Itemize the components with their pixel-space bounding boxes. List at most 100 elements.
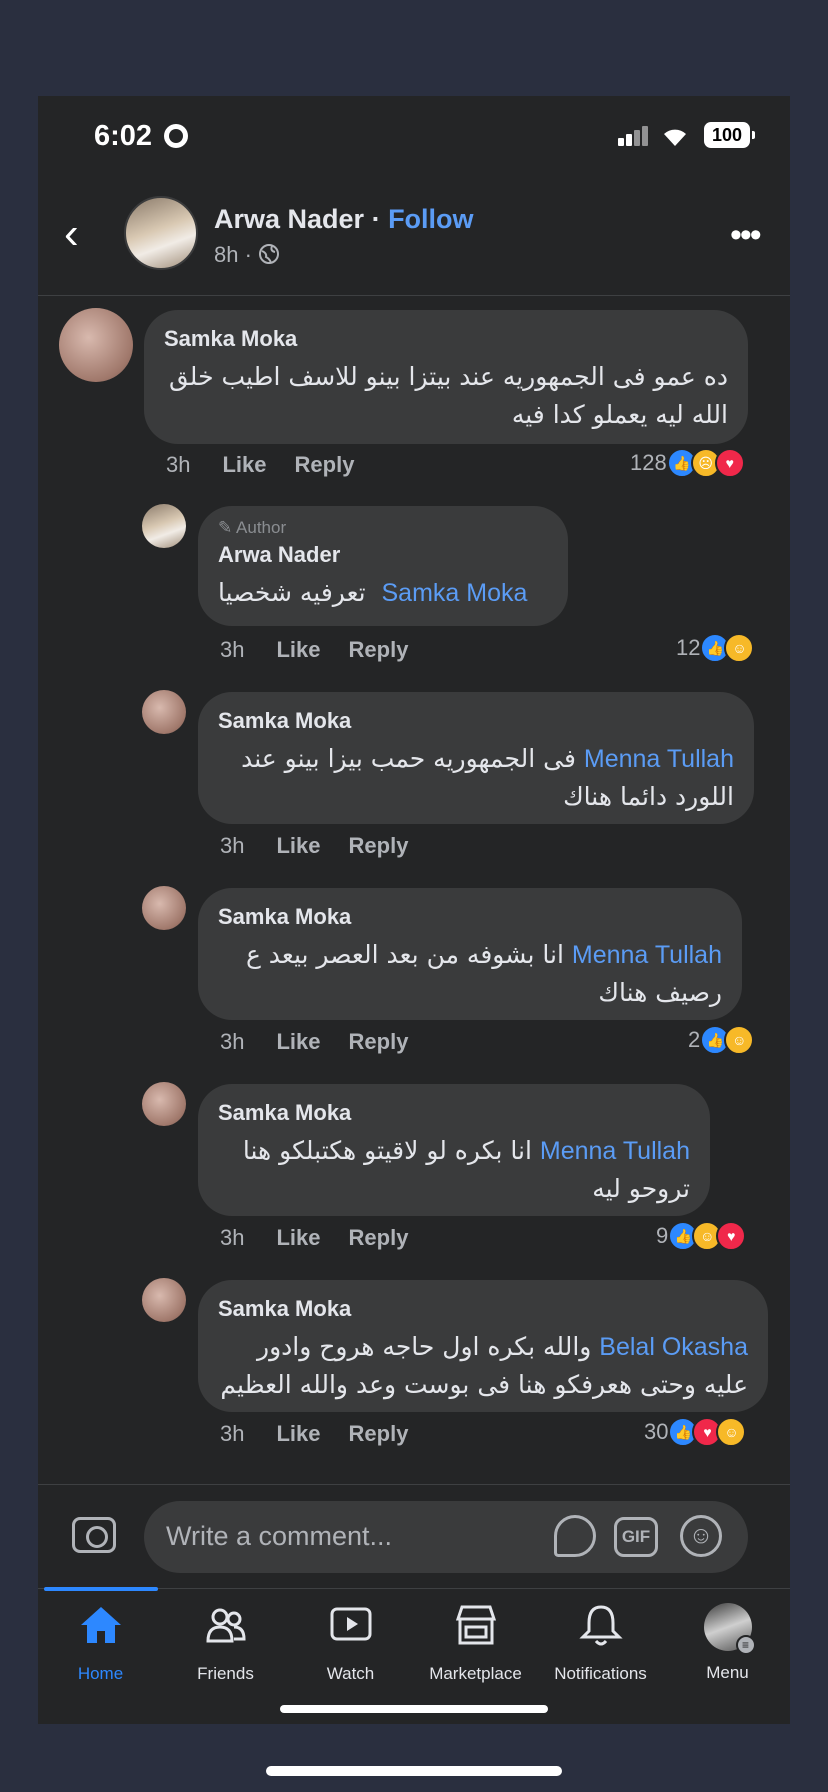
care-reaction-icon: ☺ [724, 633, 755, 663]
like-button[interactable]: Like [276, 1421, 320, 1446]
camera-icon[interactable] [72, 1517, 116, 1553]
author-reply-avatar[interactable] [142, 504, 186, 548]
commenter-avatar[interactable] [59, 308, 133, 382]
author-badge: ✎ Author [218, 518, 548, 538]
commenter-name[interactable]: Samka Moka [218, 708, 734, 734]
comment-body: تعرفيه شخصيا [218, 578, 366, 607]
reply-button[interactable]: Reply [349, 1421, 409, 1446]
commenter-avatar[interactable] [142, 1278, 186, 1322]
tab-friends[interactable]: Friends [163, 1603, 288, 1684]
cellular-signal-icon [618, 124, 650, 146]
reaction-summary[interactable]: 9 👍 ☺ ♥ [656, 1221, 747, 1251]
comment-time: 3h [220, 1225, 245, 1250]
pencil-icon: ✎ [218, 518, 237, 537]
comment-text: ده عمو فى الجمهوريه عند بيتزا بينو للاسف… [168, 362, 728, 429]
comment-input[interactable]: Write a comment... GIF ☺ [144, 1501, 748, 1573]
commenter-avatar[interactable] [142, 690, 186, 734]
tab-marketplace[interactable]: Marketplace [413, 1603, 538, 1684]
reply-button[interactable]: Reply [295, 452, 355, 477]
like-button[interactable]: Like [276, 1029, 320, 1054]
commenter-avatar[interactable] [142, 886, 186, 930]
reaction-count: 2 [688, 1027, 701, 1052]
post-meta: 8h · [214, 242, 280, 268]
commenter-name[interactable]: Samka Moka [218, 1100, 690, 1126]
commenter-name[interactable]: Samka Moka [218, 1296, 748, 1322]
reaction-summary[interactable]: 2 👍 ☺ [688, 1025, 755, 1055]
tab-label: Friends [197, 1664, 254, 1683]
gif-button[interactable]: GIF [614, 1517, 658, 1557]
status-time: 6:02 [94, 120, 153, 152]
post-author: Arwa Nader · Follow [214, 204, 474, 235]
comment-text: تعرفيه شخصيا Samka Moka [218, 574, 548, 612]
bell-icon [578, 1605, 623, 1646]
comment-time: 3h [166, 452, 191, 477]
reaction-count: 128 [630, 450, 667, 475]
comment-time: 3h [220, 1421, 245, 1446]
reaction-count: 9 [656, 1223, 669, 1248]
comment-time: 3h [220, 833, 245, 858]
post-header: ‹ Arwa Nader · Follow 8h · ••• [38, 196, 790, 296]
author-name[interactable]: Arwa Nader [214, 204, 364, 234]
mention-link[interactable]: Menna Tullah [584, 745, 734, 773]
comment-bubble[interactable]: Samka Moka Menna Tullah انا بكره لو لاقي… [198, 1084, 710, 1216]
tab-watch[interactable]: Watch [288, 1603, 413, 1684]
back-arrow-icon[interactable]: ‹ [64, 212, 94, 256]
comment-bubble[interactable]: Samka Moka Belal Okasha والله بكره اول ح… [198, 1280, 768, 1412]
tab-notifications[interactable]: Notifications [538, 1603, 663, 1684]
mention-link[interactable]: Samka Moka [382, 579, 528, 607]
reply-button[interactable]: Reply [349, 637, 409, 662]
device-home-indicator [266, 1766, 562, 1776]
mention-link[interactable]: Menna Tullah [572, 941, 722, 969]
care-reaction-icon: ☺ [716, 1417, 747, 1447]
watch-icon [330, 1607, 371, 1641]
comment-text: Belal Okasha والله بكره اول حاجه هروح وا… [218, 1328, 748, 1404]
tab-label: Menu [706, 1663, 749, 1682]
care-reaction-icon: ☺ [724, 1025, 755, 1055]
sticker-icon[interactable] [554, 1515, 596, 1557]
commenter-name[interactable]: Arwa Nader [218, 542, 548, 568]
author-badge-label: Author [236, 518, 287, 537]
commenter-name[interactable]: Samka Moka [164, 326, 728, 352]
emoji-icon[interactable]: ☺ [680, 1515, 722, 1557]
more-options-icon[interactable]: ••• [730, 216, 762, 255]
comment-text: Menna Tullah فى الجمهوريه حمب بيزا بينو … [218, 740, 734, 816]
comment-time: 3h [220, 637, 245, 662]
comment-text: Menna Tullah انا بشوفه من بعد العصر بيعد… [218, 936, 722, 1012]
like-button[interactable]: Like [222, 452, 266, 477]
location-icon [164, 124, 188, 148]
comment-actions: 3h Like Reply [220, 637, 408, 663]
reaction-count: 30 [644, 1419, 669, 1444]
status-bar: 6:02 100 [38, 96, 790, 176]
like-button[interactable]: Like [276, 833, 320, 858]
comment-bubble[interactable]: Samka Moka Menna Tullah فى الجمهوريه حمب… [198, 692, 754, 824]
tab-label: Watch [326, 1664, 375, 1683]
like-button[interactable]: Like [276, 637, 320, 662]
reply-button[interactable]: Reply [349, 1029, 409, 1054]
reaction-count: 12 [676, 635, 701, 660]
author-avatar[interactable] [124, 196, 198, 270]
follow-button[interactable]: Follow [388, 204, 473, 234]
menu-lines-icon: ≡ [735, 1635, 756, 1655]
active-tab-indicator [44, 1587, 158, 1591]
commenter-avatar[interactable] [142, 1082, 186, 1126]
reaction-summary[interactable]: 12 👍 ☺ [676, 633, 755, 663]
menu-avatar-icon: ≡ [703, 1603, 756, 1655]
mention-link[interactable]: Belal Okasha [599, 1333, 748, 1361]
reply-button[interactable]: Reply [349, 1225, 409, 1250]
comment-bubble[interactable]: Samka Moka Menna Tullah انا بشوفه من بعد… [198, 888, 742, 1020]
reply-button[interactable]: Reply [349, 833, 409, 858]
reaction-summary[interactable]: 30 👍 ♥ ☺ [644, 1417, 747, 1447]
friends-icon [205, 1608, 246, 1643]
mention-link[interactable]: Menna Tullah [540, 1137, 690, 1165]
tab-home[interactable]: Home [38, 1603, 163, 1684]
comment-actions: 3h Like Reply [220, 1029, 408, 1055]
comment-actions: 3h Like Reply [220, 1421, 408, 1447]
comment-bubble[interactable]: ✎ Author Arwa Nader تعرفيه شخصيا Samka M… [198, 506, 568, 626]
like-button[interactable]: Like [276, 1225, 320, 1250]
marketplace-icon [455, 1605, 496, 1645]
tab-menu[interactable]: ≡ Menu [665, 1603, 790, 1683]
love-reaction-icon: ♥ [716, 1221, 747, 1251]
comment-bubble[interactable]: Samka Moka ده عمو فى الجمهوريه عند بيتزا… [144, 310, 748, 444]
commenter-name[interactable]: Samka Moka [218, 904, 722, 930]
reaction-summary[interactable]: 128 👍 ☹ ♥ [630, 448, 745, 478]
